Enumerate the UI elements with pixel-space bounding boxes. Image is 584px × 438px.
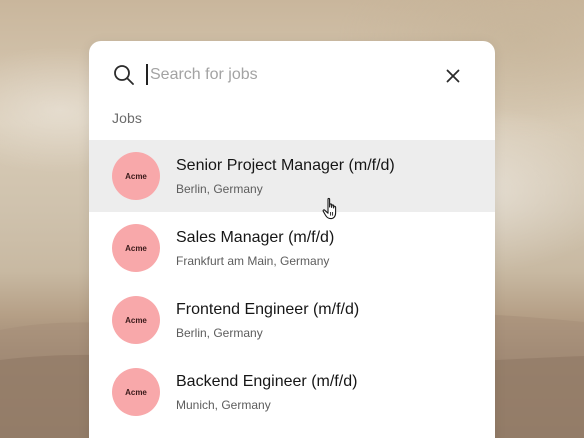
job-location: Berlin, Germany (176, 326, 263, 340)
search-input[interactable] (146, 61, 430, 89)
job-title: Backend Engineer (m/f/d) (176, 373, 358, 390)
close-icon (446, 69, 460, 83)
text-caret (146, 64, 148, 85)
section-heading-jobs: Jobs (112, 110, 142, 126)
job-title: Sales Manager (m/f/d) (176, 229, 335, 246)
job-location: Berlin, Germany (176, 182, 263, 196)
close-button[interactable] (440, 63, 466, 89)
job-title: Senior Project Manager (m/f/d) (176, 157, 395, 174)
job-title: Frontend Engineer (m/f/d) (176, 301, 360, 318)
job-list: Acme Senior Project Manager (m/f/d) Berl… (89, 140, 495, 428)
search-bar (89, 41, 495, 107)
company-logo: Acme (112, 296, 160, 344)
company-logo: Acme (112, 224, 160, 272)
company-logo: Acme (112, 152, 160, 200)
search-icon (113, 64, 135, 86)
job-location: Frankfurt am Main, Germany (176, 254, 330, 268)
company-logo: Acme (112, 368, 160, 416)
job-list-item[interactable]: Acme Frontend Engineer (m/f/d) Berlin, G… (89, 284, 495, 356)
job-location: Munich, Germany (176, 398, 271, 412)
job-list-item[interactable]: Acme Backend Engineer (m/f/d) Munich, Ge… (89, 356, 495, 428)
job-list-item[interactable]: Acme Sales Manager (m/f/d) Frankfurt am … (89, 212, 495, 284)
job-search-dialog: Jobs Acme Senior Project Manager (m/f/d)… (89, 41, 495, 438)
job-list-item[interactable]: Acme Senior Project Manager (m/f/d) Berl… (89, 140, 495, 212)
